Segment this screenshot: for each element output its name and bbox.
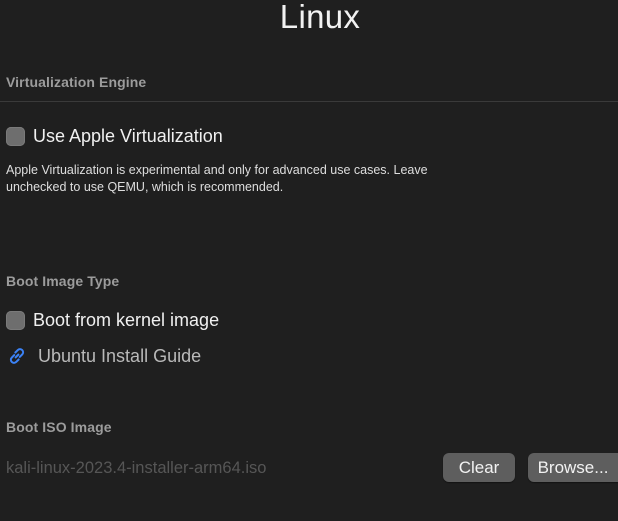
ubuntu-install-guide-link[interactable]: Ubuntu Install Guide (6, 344, 201, 368)
virtualization-description-line-2: unchecked to use QEMU, which is recommen… (6, 180, 284, 194)
use-apple-virtualization-checkbox-row[interactable]: Use Apple Virtualization (6, 124, 223, 148)
section-divider (0, 101, 618, 102)
virtualization-description: Apple Virtualization is experimental and… (6, 162, 606, 196)
boot-from-kernel-image-checkbox[interactable] (6, 310, 25, 330)
browse-button[interactable]: Browse... (528, 453, 618, 482)
link-icon (9, 348, 25, 364)
boot-image-type-section-label: Boot Image Type (6, 273, 120, 289)
use-apple-virtualization-checkbox[interactable] (6, 126, 25, 146)
boot-iso-image-section-label: Boot ISO Image (6, 419, 112, 435)
window-title: Linux (279, 0, 361, 35)
ubuntu-install-guide-label[interactable]: Ubuntu Install Guide (38, 346, 201, 367)
boot-from-kernel-image-checkbox-row[interactable]: Boot from kernel image (6, 308, 219, 332)
virtualization-description-line-1: Apple Virtualization is experimental and… (6, 163, 428, 177)
clear-button[interactable]: Clear (443, 453, 515, 482)
boot-iso-path-value: kali-linux-2023.4-installer-arm64.iso (6, 459, 267, 477)
boot-from-kernel-image-label[interactable]: Boot from kernel image (33, 310, 219, 331)
linux-setup-window: Linux Virtualization Engine Use Apple Vi… (0, 0, 618, 521)
virtualization-engine-section-label: Virtualization Engine (6, 74, 147, 90)
use-apple-virtualization-label[interactable]: Use Apple Virtualization (33, 126, 223, 147)
